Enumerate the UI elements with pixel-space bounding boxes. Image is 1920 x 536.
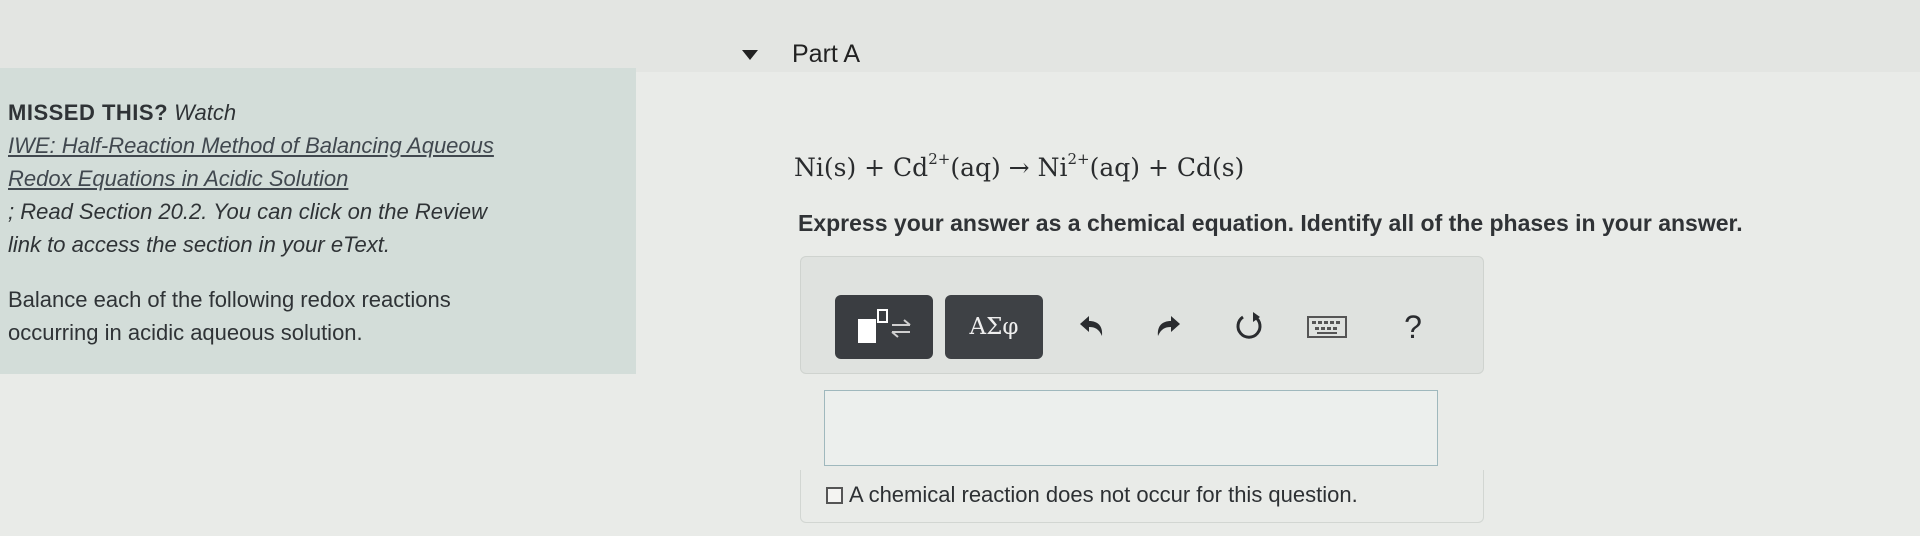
chemical-equation: Ni(s) + Cd2+(aq) → Ni2+(aq) + Cd(s) xyxy=(794,150,1244,182)
video-link[interactable]: IWE: Half-Reaction Method of Balancing A… xyxy=(8,129,636,195)
equation-part: Ni(s) + Cd xyxy=(794,153,929,182)
no-reaction-option[interactable]: A chemical reaction does not occur for t… xyxy=(826,482,1358,508)
equation-part: (aq) + Cd(s) xyxy=(1089,153,1245,182)
greek-symbols-button[interactable]: ΑΣφ xyxy=(945,295,1043,359)
part-header[interactable]: Part A xyxy=(742,40,860,69)
answer-input[interactable] xyxy=(824,390,1438,466)
equation-part: (aq) → Ni xyxy=(950,153,1068,182)
equation-charge: 2+ xyxy=(1067,150,1090,168)
answer-instructions: Express your answer as a chemical equati… xyxy=(798,210,1743,236)
undo-icon xyxy=(1080,316,1103,336)
missed-this-line: MISSED THIS? Watch xyxy=(8,96,636,129)
help-icon: ? xyxy=(1404,308,1422,345)
collapse-caret-icon[interactable] xyxy=(742,49,758,60)
hint-panel: MISSED THIS? Watch IWE: Half-Reaction Me… xyxy=(0,68,636,374)
watch-label: Watch xyxy=(174,100,237,125)
missed-this-label: MISSED THIS? xyxy=(8,100,169,125)
math-toolbar: ΑΣφ ? xyxy=(800,256,1484,374)
prompt-line-2: occurring in acidic aqueous solution. xyxy=(8,320,363,345)
equation-charge: 2+ xyxy=(928,150,951,168)
no-reaction-checkbox[interactable] xyxy=(826,486,843,504)
video-link-line-1[interactable]: IWE: Half-Reaction Method of Balancing A… xyxy=(8,129,636,162)
prompt-line-1: Balance each of the following redox reac… xyxy=(8,287,451,312)
keyboard-button[interactable] xyxy=(1301,301,1353,353)
top-bar xyxy=(0,0,1920,72)
redo-icon xyxy=(1157,316,1180,336)
undo-button[interactable] xyxy=(1065,301,1117,353)
read-section-line-1: ; Read Section 20.2. You can click on th… xyxy=(8,199,487,224)
video-link-line-2[interactable]: Redox Equations in Acidic Solution xyxy=(8,162,636,195)
keyboard-icon xyxy=(1307,316,1347,338)
read-section-line-2: link to access the section in your eText… xyxy=(8,232,390,257)
no-reaction-label: A chemical reaction does not occur for t… xyxy=(849,482,1358,507)
reset-button[interactable] xyxy=(1223,301,1275,353)
templates-icon xyxy=(858,309,911,343)
redo-button[interactable] xyxy=(1143,301,1195,353)
templates-button[interactable] xyxy=(835,295,933,359)
part-title: Part A xyxy=(792,40,861,68)
help-button[interactable]: ? xyxy=(1387,301,1439,353)
reset-icon xyxy=(1236,312,1262,339)
greek-symbols-icon: ΑΣφ xyxy=(969,314,1019,340)
